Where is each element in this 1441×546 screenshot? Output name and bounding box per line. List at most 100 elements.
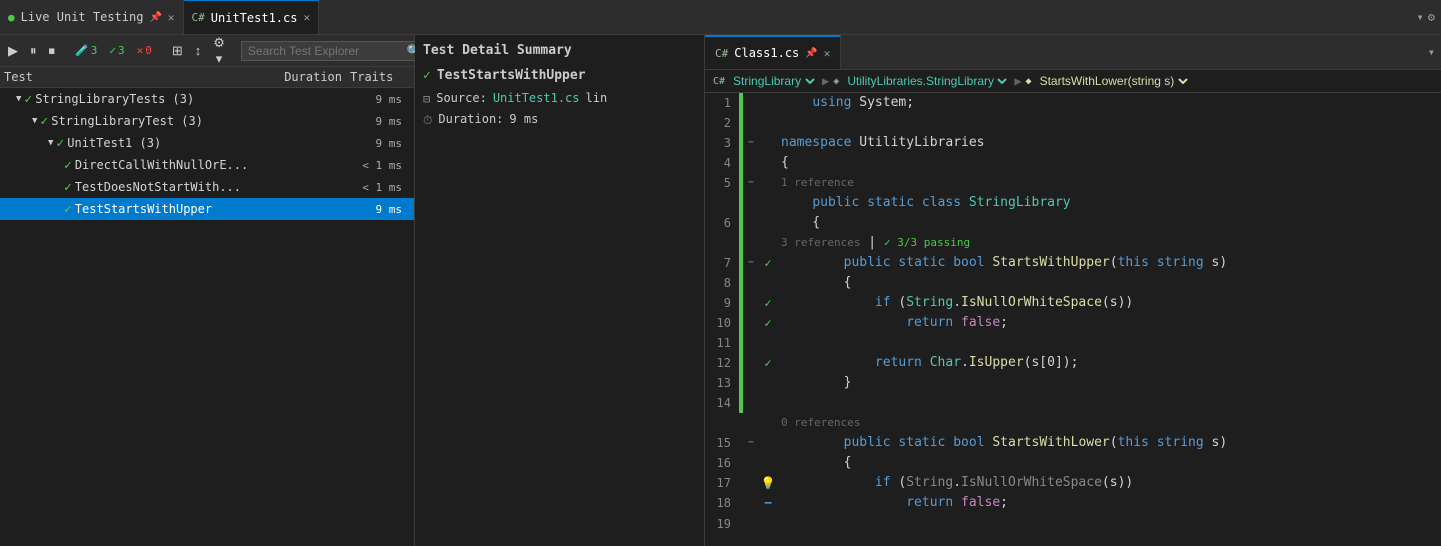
code-line-8: 8 { [705, 273, 1441, 293]
dropdown-arrow-icon[interactable]: ▾ [1417, 10, 1424, 24]
green-bar [739, 93, 743, 113]
cs-file-icon: C# [715, 47, 728, 60]
editor-panel: C# Class1.cs 📌 ✕ ▾ C# StringLibrary ▶ ◈ [705, 35, 1441, 546]
live-testing-icon: ● [8, 11, 15, 24]
tab-label: Class1.cs [734, 46, 799, 60]
item-label: DirectCallWithNullOrE... [75, 158, 248, 172]
check-icon: ✓ [109, 44, 116, 57]
breadcrumb-namespace-select[interactable]: UtilityLibraries.StringLibrary [843, 73, 1010, 89]
code-line-11: 11 [705, 333, 1441, 353]
col-test-header: Test [4, 70, 250, 84]
code-block-5: 5 − 1 reference public static class Stri… [705, 173, 1441, 213]
breadcrumb-sep: ▶ [822, 74, 829, 88]
list-item[interactable]: ✓ TestDoesNotStartWith... < 1 ms [0, 176, 414, 198]
code-line-6: 6 { [705, 213, 1441, 233]
pass-icon: ✓ [64, 158, 72, 173]
source-label: Source: [436, 91, 487, 105]
code-line-18: 18 − return false; [705, 493, 1441, 514]
item-label: UnitTest1 (3) [67, 136, 161, 150]
collapse-icon: ▼ [32, 116, 37, 126]
pass-badge: 🧪 3 [71, 43, 101, 58]
pass-icon: ✓ [24, 92, 32, 107]
source-icon: ⊟ [423, 92, 430, 106]
code-line-5: 5 − 1 reference [705, 173, 1441, 193]
detail-title: Test Detail Summary [423, 43, 696, 58]
tab-class1[interactable]: C# Class1.cs 📌 ✕ [705, 35, 841, 69]
detail-source-row: ⊟ Source: UnitTest1.cs lin [423, 91, 696, 106]
breadcrumb-sep-2: ▶ [1014, 74, 1021, 88]
breadcrumb-method: ◆ StartsWithLower(string s) [1026, 73, 1191, 89]
col-duration-header: Duration [250, 70, 350, 84]
pass-count: 3 [91, 44, 98, 57]
detail-test-name: ✓ TestStartsWithUpper [423, 68, 696, 83]
pass-icon: ✓ [64, 202, 72, 217]
code-line-1: 1 using System; [705, 93, 1441, 113]
settings-button[interactable]: ⚙ ▾ [209, 35, 229, 69]
code-area: 1 using System; 2 3 − namespac [705, 93, 1441, 546]
tab-label: UnitTest1.cs [211, 11, 298, 25]
breadcrumb-method-select[interactable]: StartsWithLower(string s) [1036, 73, 1191, 89]
test-name-label: TestStartsWithUpper [437, 68, 586, 83]
source-suffix: lin [586, 91, 608, 105]
code-line-10: 10 ✓ return false; [705, 313, 1441, 333]
code-line-4: 4 { [705, 153, 1441, 173]
code-line-5b: public static class StringLibrary [705, 193, 1441, 213]
list-item[interactable]: ▼ ✓ StringLibraryTests (3) 9 ms [0, 88, 414, 110]
item-duration: < 1 ms [354, 181, 414, 194]
editor-tab-actions: ▾ [1422, 35, 1441, 69]
test-toolbar: ▶ ⏸ ⏹ 🧪 3 ✓ 3 ✕ 0 ⊞ ↕ ⚙ ▾ 🔍 [0, 35, 414, 67]
tab-live-unit-testing[interactable]: ● Live Unit Testing 📌 ✕ [0, 0, 184, 34]
item-duration: 9 ms [354, 203, 414, 216]
code-line-17: 17 💡 if (String.IsNullOrWhiteSpace(s)) [705, 473, 1441, 493]
gear-icon[interactable]: ⚙ [1428, 10, 1435, 24]
tree-view: ▼ ✓ StringLibraryTests (3) 9 ms ▼ ✓ Stri… [0, 88, 414, 546]
editor-breadcrumb: C# StringLibrary ▶ ◈ UtilityLibraries.St… [705, 70, 1441, 93]
item-duration: < 1 ms [354, 159, 414, 172]
close-tab-button[interactable]: ✕ [303, 11, 310, 24]
item-label: TestStartsWithUpper [75, 202, 212, 216]
item-label: StringLibraryTest (3) [51, 114, 203, 128]
clock-icon: ⏱ [423, 113, 432, 128]
search-box: 🔍 [241, 41, 429, 61]
list-item[interactable]: ▼ ✓ StringLibraryTest (3) 9 ms [0, 110, 414, 132]
code-line-7: 7 − ✓ public static bool StartsWithUpper… [705, 253, 1441, 273]
search-input[interactable] [248, 44, 403, 58]
close-tab-button[interactable]: ✕ [824, 47, 831, 60]
duration-value: 9 ms [509, 112, 538, 126]
item-duration: 9 ms [354, 93, 414, 106]
code-line-12: 12 ✓ return Char.IsUpper(s[0]); [705, 353, 1441, 373]
column-headers: Test Duration Traits [0, 67, 414, 88]
source-link[interactable]: UnitTest1.cs [493, 91, 580, 105]
list-item[interactable]: ▼ ✓ UnitTest1 (3) 9 ms [0, 132, 414, 154]
editor-tab-bar: C# Class1.cs 📌 ✕ ▾ [705, 35, 1441, 70]
list-item[interactable]: ✓ TestStartsWithUpper 9 ms [0, 198, 414, 220]
breadcrumb-class: C# StringLibrary [713, 73, 818, 89]
pass-icon: ✓ [40, 114, 48, 129]
list-item[interactable]: ✓ DirectCallWithNullOrE... < 1 ms [0, 154, 414, 176]
main-tab-bar: ● Live Unit Testing 📌 ✕ C# UnitTest1.cs … [0, 0, 1441, 35]
item-duration: 9 ms [354, 137, 414, 150]
pause-button[interactable]: ⏸ [26, 41, 41, 61]
ns-icon: ◈ [833, 76, 839, 87]
play-button[interactable]: ▶ [4, 41, 22, 61]
dropdown-arrow-icon[interactable]: ▾ [1428, 45, 1435, 59]
collapse-icon: ▼ [48, 138, 53, 148]
fail-count: 0 [145, 44, 152, 57]
item-label: TestDoesNotStartWith... [75, 180, 241, 194]
tab-label: Live Unit Testing [21, 10, 144, 24]
tab-actions: ▾ ⚙ [1411, 0, 1441, 34]
code-line-15: 15 − public static bool StartsWithLower(… [705, 433, 1441, 453]
item-label: StringLibraryTests (3) [35, 92, 194, 106]
code-line-3: 3 − namespace UtilityLibraries [705, 133, 1441, 153]
cs-breadcrumb-icon: C# [713, 76, 725, 87]
sort-button[interactable]: ↕ [191, 41, 206, 60]
breadcrumb-namespace: ◈ UtilityLibraries.StringLibrary [833, 73, 1010, 89]
col-traits-header: Traits [350, 70, 410, 84]
breadcrumb-class-select[interactable]: StringLibrary [729, 73, 818, 89]
close-tab-button[interactable]: ✕ [168, 11, 175, 24]
pass-icon: ✓ [423, 68, 431, 83]
group-button[interactable]: ⊞ [168, 41, 187, 61]
stop-button[interactable]: ⏹ [45, 41, 60, 61]
method-icon: ◆ [1026, 76, 1032, 87]
tab-unittest1[interactable]: C# UnitTest1.cs ✕ [184, 0, 320, 34]
